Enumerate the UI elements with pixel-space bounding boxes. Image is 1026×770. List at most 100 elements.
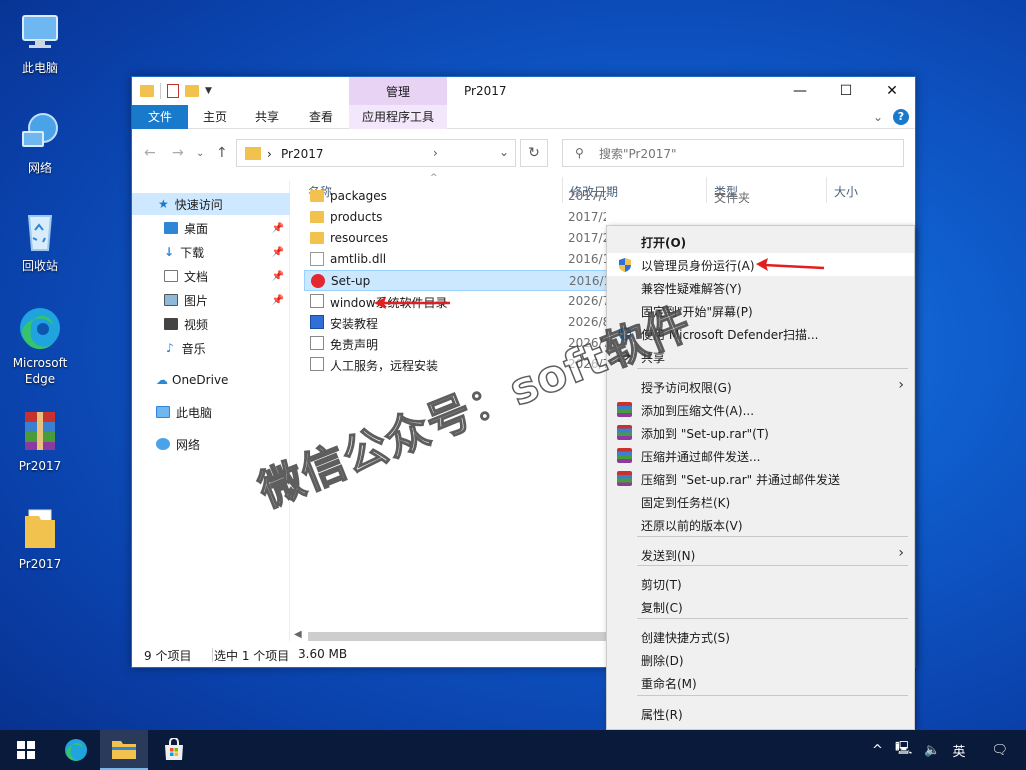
menu-item-18[interactable]: 重命名(M) bbox=[607, 671, 914, 694]
nav-label: 音乐 bbox=[181, 341, 206, 356]
recent-locations-icon[interactable]: ⌄ bbox=[196, 148, 204, 159]
file-date: 2016/1 bbox=[568, 252, 606, 266]
desktop-icon-label: 网络 bbox=[27, 161, 52, 175]
menu-item-14[interactable]: 剪切(T) bbox=[607, 572, 914, 595]
minimize-button[interactable]: — bbox=[777, 77, 823, 105]
menu-item-9[interactable]: 压缩并通过邮件发送... bbox=[607, 444, 914, 467]
nav-onedrive[interactable]: ☁ OneDrive bbox=[132, 369, 290, 391]
menu-item-15[interactable]: 复制(C) bbox=[607, 595, 914, 618]
forward-arrow-icon[interactable]: → bbox=[172, 145, 184, 161]
nav-videos[interactable]: 视频 bbox=[132, 313, 290, 335]
nav-downloads[interactable]: ↓ 下载 📌 bbox=[132, 241, 290, 263]
text-file-icon bbox=[310, 336, 324, 350]
network-icon bbox=[17, 110, 63, 156]
taskbar-store[interactable] bbox=[150, 730, 198, 770]
desktop-icon-this-pc[interactable]: 此电脑 bbox=[2, 10, 78, 76]
nav-documents[interactable]: 文档 📌 bbox=[132, 265, 290, 287]
folder-icon bbox=[310, 232, 324, 244]
menu-item-label: 复制(C) bbox=[641, 601, 683, 615]
pin-icon[interactable]: 📌 bbox=[272, 247, 284, 258]
tab-view[interactable]: 查看 bbox=[296, 105, 346, 129]
desktop-icon-network[interactable]: 网络 bbox=[2, 110, 78, 176]
pin-icon[interactable]: 📌 bbox=[272, 271, 284, 282]
tab-share[interactable]: 共享 bbox=[242, 105, 292, 129]
network-status-icon[interactable]: 🖳 bbox=[895, 739, 912, 761]
tab-home[interactable]: 主页 bbox=[190, 105, 240, 129]
menu-item-7[interactable]: 添加到压缩文件(A)... bbox=[607, 398, 914, 421]
menu-item-16[interactable]: 创建快捷方式(S) bbox=[607, 625, 914, 648]
horizontal-scrollbar[interactable]: ◀ bbox=[292, 629, 612, 643]
desktop-icon-recycle-bin[interactable]: 回收站 bbox=[2, 208, 78, 274]
menu-item-12[interactable]: 还原以前的版本(V) bbox=[607, 513, 914, 536]
taskbar-file-explorer[interactable] bbox=[100, 730, 148, 770]
customize-toolbar-dropdown-icon[interactable]: ▼ bbox=[205, 86, 212, 96]
tab-file[interactable]: 文件 bbox=[132, 105, 188, 129]
nav-pictures[interactable]: 图片 📌 bbox=[132, 289, 290, 311]
video-icon bbox=[164, 318, 178, 330]
breadcrumb-chevron-icon: › bbox=[267, 147, 272, 161]
file-name: 人工服务，远程安装 bbox=[330, 359, 439, 373]
menu-item-label: 发送到(N) bbox=[641, 549, 696, 563]
volume-icon[interactable]: 🔈 bbox=[924, 743, 940, 758]
winrar-icon bbox=[617, 425, 633, 440]
windows-logo-icon bbox=[17, 741, 35, 759]
menu-item-label: 还原以前的版本(V) bbox=[641, 519, 743, 533]
close-button[interactable]: ✕ bbox=[869, 77, 915, 105]
menu-item-label: 添加到 "Set-up.rar"(T) bbox=[641, 427, 769, 441]
start-button[interactable] bbox=[2, 730, 50, 770]
uac-shield-icon bbox=[617, 257, 633, 272]
up-arrow-icon[interactable]: ↑ bbox=[216, 145, 228, 161]
menu-item-6[interactable]: 授予访问权限(G) › bbox=[607, 375, 914, 398]
desktop-icon-pr2017-folder[interactable]: Pr2017 bbox=[2, 506, 78, 572]
maximize-button[interactable]: ☐ bbox=[823, 77, 869, 105]
file-name: 安装教程 bbox=[330, 317, 379, 331]
desktop-icon-pr2017-archive[interactable]: Pr2017 bbox=[2, 408, 78, 474]
breadcrumb-chevron-icon[interactable]: › bbox=[433, 146, 438, 160]
pin-icon[interactable]: 📌 bbox=[272, 295, 284, 306]
properties-icon[interactable] bbox=[167, 84, 179, 98]
breadcrumb-current[interactable]: Pr2017 bbox=[281, 147, 324, 161]
address-bar[interactable]: › Pr2017 › ⌄ bbox=[236, 139, 516, 167]
refresh-button[interactable]: ↻ bbox=[520, 139, 548, 167]
table-row[interactable]: packages 2017/2/12 14:18 文件夹 bbox=[304, 186, 908, 207]
menu-item-label: 压缩并通过邮件发送... bbox=[641, 450, 761, 464]
new-folder-icon[interactable] bbox=[185, 85, 199, 97]
taskbar-edge[interactable] bbox=[52, 730, 100, 770]
address-dropdown-icon[interactable]: ⌄ bbox=[499, 145, 509, 159]
input-method-indicator[interactable]: 英 bbox=[952, 741, 965, 760]
winrar-icon bbox=[617, 471, 633, 486]
file-date: 2017/2 bbox=[568, 210, 606, 224]
nav-desktop[interactable]: 桌面 📌 bbox=[132, 217, 290, 239]
menu-item-17[interactable]: 删除(D) bbox=[607, 648, 914, 671]
menu-item-13[interactable]: 发送到(N) › bbox=[607, 543, 914, 566]
shortcut-file-icon bbox=[310, 294, 324, 308]
nav-music[interactable]: ♪ 音乐 bbox=[132, 337, 290, 359]
desktop-icon-edge[interactable]: Microsoft Edge bbox=[2, 305, 78, 387]
show-hidden-icons-icon[interactable]: ^ bbox=[872, 743, 883, 758]
menu-item-19[interactable]: 属性(R) bbox=[607, 702, 914, 725]
scrollbar-thumb[interactable] bbox=[308, 632, 608, 641]
cloud-icon: ☁ bbox=[156, 373, 168, 387]
menu-item-0[interactable]: 打开(O) bbox=[607, 230, 914, 253]
search-input[interactable] bbox=[599, 144, 889, 164]
menu-item-11[interactable]: 固定到任务栏(K) bbox=[607, 490, 914, 513]
scroll-left-icon[interactable]: ◀ bbox=[294, 629, 302, 640]
menu-item-label: 属性(R) bbox=[641, 708, 683, 722]
file-type: 文件夹 bbox=[714, 191, 751, 205]
expand-ribbon-icon[interactable]: ⌄ bbox=[873, 110, 883, 124]
menu-item-8[interactable]: 添加到 "Set-up.rar"(T) bbox=[607, 421, 914, 444]
menu-item-label: 添加到压缩文件(A)... bbox=[641, 404, 755, 418]
nav-quick-access[interactable]: ★ 快速访问 bbox=[132, 193, 290, 215]
menu-item-label: 固定到任务栏(K) bbox=[641, 496, 731, 510]
menu-separator bbox=[637, 368, 908, 369]
menu-item-10[interactable]: 压缩到 "Set-up.rar" 并通过邮件发送 bbox=[607, 467, 914, 490]
help-icon[interactable]: ? bbox=[893, 109, 909, 125]
item-count: 9 个项目 bbox=[144, 649, 192, 663]
nav-this-pc[interactable]: 此电脑 bbox=[132, 401, 290, 423]
search-box[interactable]: ⚲ bbox=[562, 139, 904, 167]
tab-application-tools[interactable]: 应用程序工具 bbox=[349, 105, 447, 129]
notification-icon[interactable]: 🗨 bbox=[991, 743, 1008, 758]
back-arrow-icon[interactable]: ← bbox=[144, 145, 156, 161]
file-date: 2016/1 bbox=[569, 274, 607, 288]
pin-icon[interactable]: 📌 bbox=[272, 223, 284, 234]
